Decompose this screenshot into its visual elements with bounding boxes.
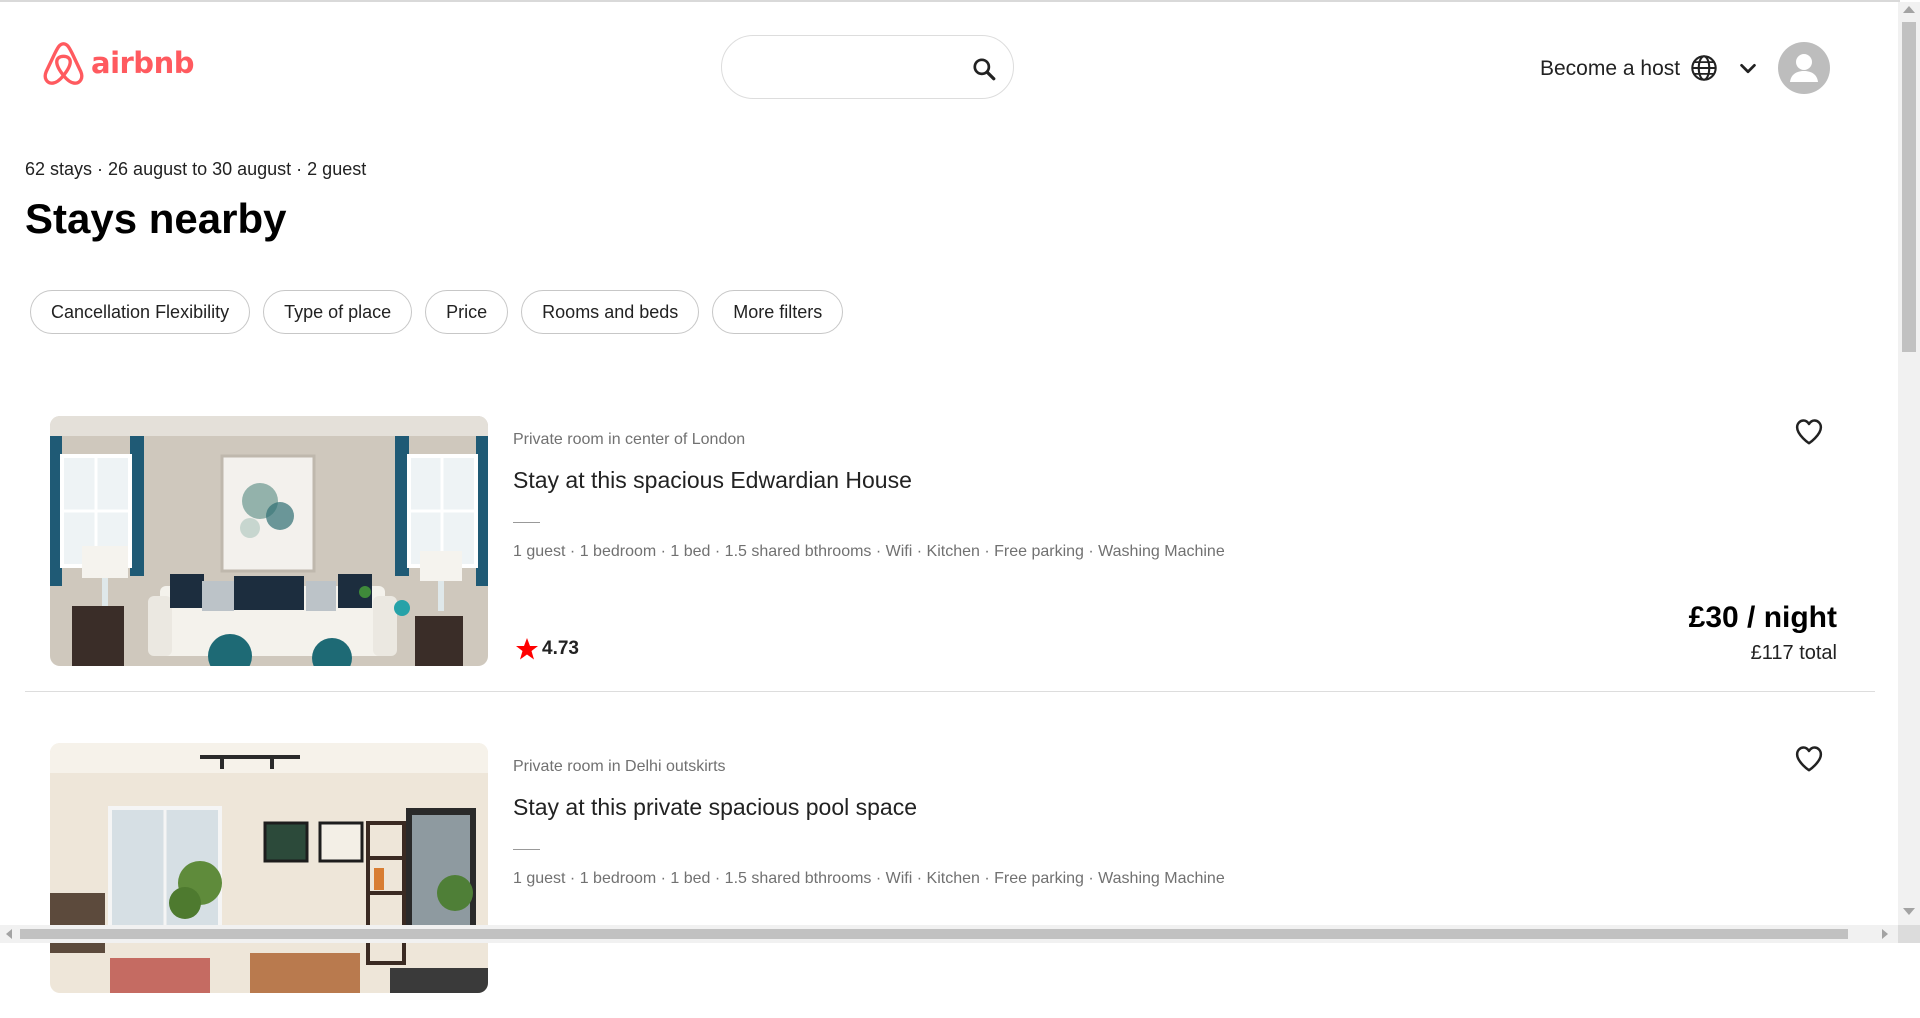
horizontal-scroll-thumb[interactable]: [20, 929, 1848, 939]
filter-bar: Cancellation Flexibility Type of place P…: [30, 290, 844, 334]
listing-photo[interactable]: [50, 743, 488, 993]
page-title: Stays nearby: [25, 195, 287, 242]
scrollbar-corner: [1898, 925, 1920, 943]
horizontal-scrollbar[interactable]: [0, 925, 1898, 943]
listing-card[interactable]: Private room in center of London Stay at…: [25, 365, 1875, 692]
filter-price[interactable]: Price: [425, 290, 509, 334]
living-room-photo: [50, 416, 488, 666]
filter-rooms-and-beds[interactable]: Rooms and beds: [521, 290, 700, 334]
scroll-right-arrow-icon[interactable]: [1882, 929, 1888, 939]
listing-title[interactable]: Stay at this spacious Edwardian House: [513, 467, 912, 494]
globe-icon[interactable]: [1690, 54, 1718, 82]
search-summary: 62 stays · 26 august to 30 august · 2 gu…: [25, 159, 367, 179]
filter-type-of-place[interactable]: Type of place: [263, 290, 413, 334]
site-header: airbnb Become a host: [0, 2, 1898, 132]
heart-icon[interactable]: [1794, 744, 1824, 774]
rating-value: 4.73: [542, 638, 579, 659]
listing-type: Private room in center of London: [513, 431, 746, 448]
listing-card[interactable]: Private room in Delhi outskirts Stay at …: [25, 692, 1875, 1018]
listing-title[interactable]: Stay at this private spacious pool space: [513, 794, 917, 821]
listing-amenities: 1 guest · 1 bedroom · 1 bed · 1.5 shared…: [513, 870, 1225, 887]
airbnb-logo[interactable]: airbnb: [40, 38, 194, 88]
star-icon: [516, 638, 538, 660]
search-icon[interactable]: [971, 56, 997, 82]
vertical-scroll-thumb[interactable]: [1902, 22, 1916, 352]
user-avatar[interactable]: [1778, 42, 1830, 94]
filter-more-filters[interactable]: More filters: [712, 290, 844, 334]
listing-divider: [513, 849, 540, 850]
filter-cancellation-flexibility[interactable]: Cancellation Flexibility: [30, 290, 251, 334]
price-per-night: £30 / night: [1688, 601, 1837, 634]
listing-photo[interactable]: [50, 416, 488, 666]
heart-icon[interactable]: [1794, 417, 1824, 447]
search-bar[interactable]: [721, 35, 1014, 99]
listing-type: Private room in Delhi outskirts: [513, 758, 726, 775]
search-input[interactable]: [744, 52, 958, 84]
price-total: £117 total: [1750, 642, 1837, 664]
scroll-left-arrow-icon[interactable]: [6, 929, 12, 939]
become-a-host-link[interactable]: Become a host: [1540, 57, 1680, 81]
logo-text: airbnb: [91, 46, 194, 80]
vertical-scrollbar[interactable]: [1898, 2, 1920, 925]
scroll-down-arrow-icon[interactable]: [1903, 908, 1915, 915]
listing-divider: [513, 522, 540, 523]
listing-amenities: 1 guest · 1 bedroom · 1 bed · 1.5 shared…: [513, 543, 1225, 560]
chevron-down-icon[interactable]: [1737, 58, 1759, 80]
airbnb-logo-icon: [43, 42, 84, 85]
listing-rating: 4.73: [515, 637, 579, 661]
studio-room-photo: [50, 743, 488, 993]
scroll-up-arrow-icon[interactable]: [1903, 6, 1915, 13]
user-avatar-icon: [1790, 54, 1818, 82]
